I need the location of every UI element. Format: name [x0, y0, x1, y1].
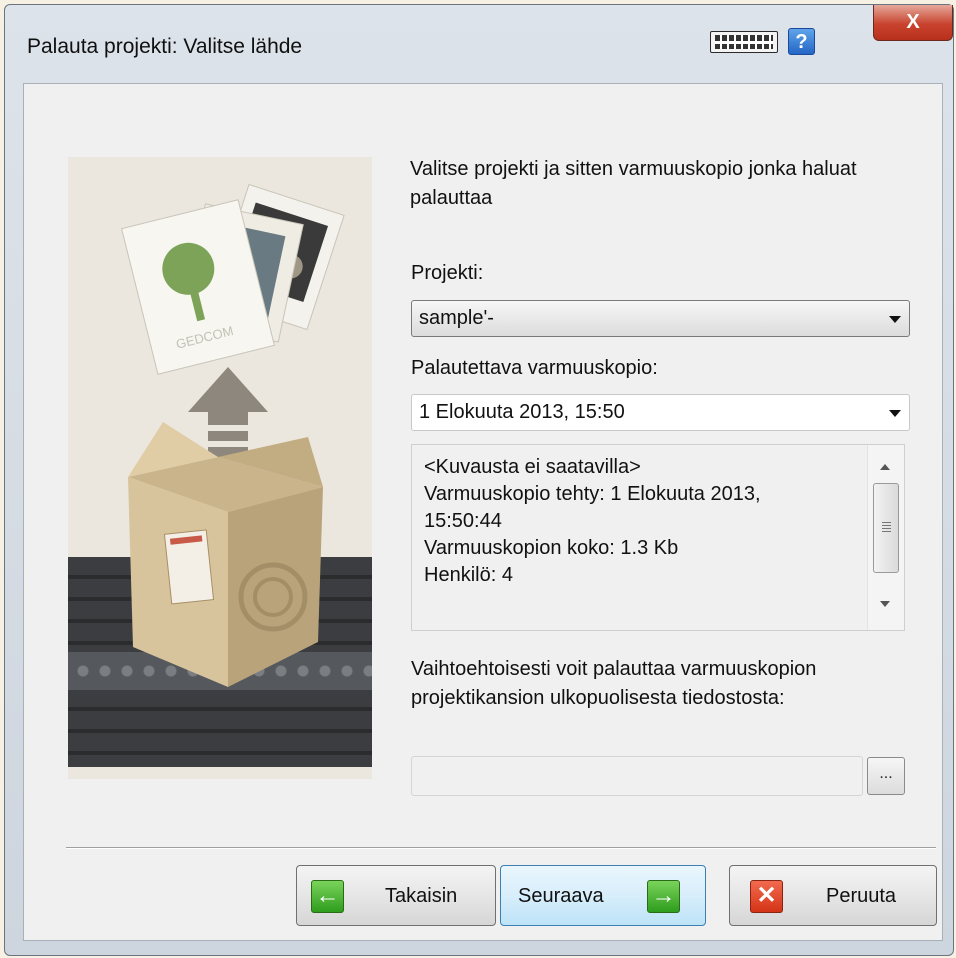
- next-button[interactable]: Seuraava →: [500, 865, 706, 926]
- project-dropdown[interactable]: sample'-: [411, 300, 910, 337]
- cancel-button-label: Peruuta: [826, 885, 897, 907]
- file-path-input[interactable]: [411, 756, 863, 796]
- project-label: Projekti:: [411, 262, 484, 284]
- dialog-content: GEDCOM Valitse projekti ja sitten varmuu…: [23, 83, 943, 941]
- help-button[interactable]: ?: [788, 28, 815, 55]
- scroll-down-arrow-icon[interactable]: [880, 601, 890, 607]
- scroll-thumb[interactable]: [873, 483, 899, 573]
- scroll-grip-icon: [882, 522, 891, 532]
- chevron-down-icon: [889, 410, 901, 417]
- backup-value: 1 Elokuuta 2013, 15:50: [419, 401, 625, 423]
- details-scrollbar[interactable]: [867, 445, 904, 630]
- browse-button[interactable]: ...: [867, 757, 905, 795]
- scroll-up-arrow-icon[interactable]: [880, 464, 890, 470]
- close-button[interactable]: X: [873, 5, 953, 41]
- chevron-down-icon: [889, 316, 901, 323]
- details-line: 15:50:44: [424, 510, 502, 532]
- keyboard-keys-row: [715, 41, 773, 44]
- backup-details-text: <Kuvausta ei saatavilla> Varmuuskopio te…: [424, 454, 854, 589]
- footer-divider: [66, 847, 936, 849]
- keyboard-icon[interactable]: [710, 31, 778, 53]
- project-value: sample'-: [419, 307, 494, 329]
- arrow-right-icon: →: [647, 880, 680, 913]
- dialog-window: Palauta projekti: Valitse lähde ? X GEDC…: [4, 4, 954, 956]
- back-button-label: Takaisin: [385, 885, 458, 907]
- title-bar: Palauta projekti: Valitse lähde ? X: [5, 5, 953, 83]
- backup-dropdown[interactable]: 1 Elokuuta 2013, 15:50: [411, 394, 910, 431]
- details-line: <Kuvausta ei saatavilla>: [424, 456, 641, 478]
- details-line: Henkilö: 4: [424, 564, 513, 586]
- close-x-icon: ✕: [750, 880, 783, 913]
- cancel-button[interactable]: ✕ Peruuta: [729, 865, 937, 926]
- restore-illustration: GEDCOM: [68, 157, 372, 779]
- arrow-left-icon: ←: [311, 880, 344, 913]
- window-title: Palauta projekti: Valitse lähde: [27, 35, 303, 58]
- box-icon: [128, 422, 323, 687]
- backup-details-box[interactable]: <Kuvausta ei saatavilla> Varmuuskopio te…: [411, 444, 905, 631]
- next-button-label: Seuraava: [518, 885, 604, 907]
- backup-label: Palautettava varmuuskopio:: [411, 357, 658, 379]
- instructions-text: Valitse projekti ja sitten varmuuskopio …: [410, 158, 857, 209]
- alternative-text: Vaihtoehtoisesti voit palauttaa varmuusk…: [411, 658, 817, 709]
- details-line: Varmuuskopio tehty: 1 Elokuuta 2013,: [424, 483, 761, 505]
- details-line: Varmuuskopion koko: 1.3 Kb: [424, 537, 679, 559]
- back-button[interactable]: ← Takaisin: [296, 865, 496, 926]
